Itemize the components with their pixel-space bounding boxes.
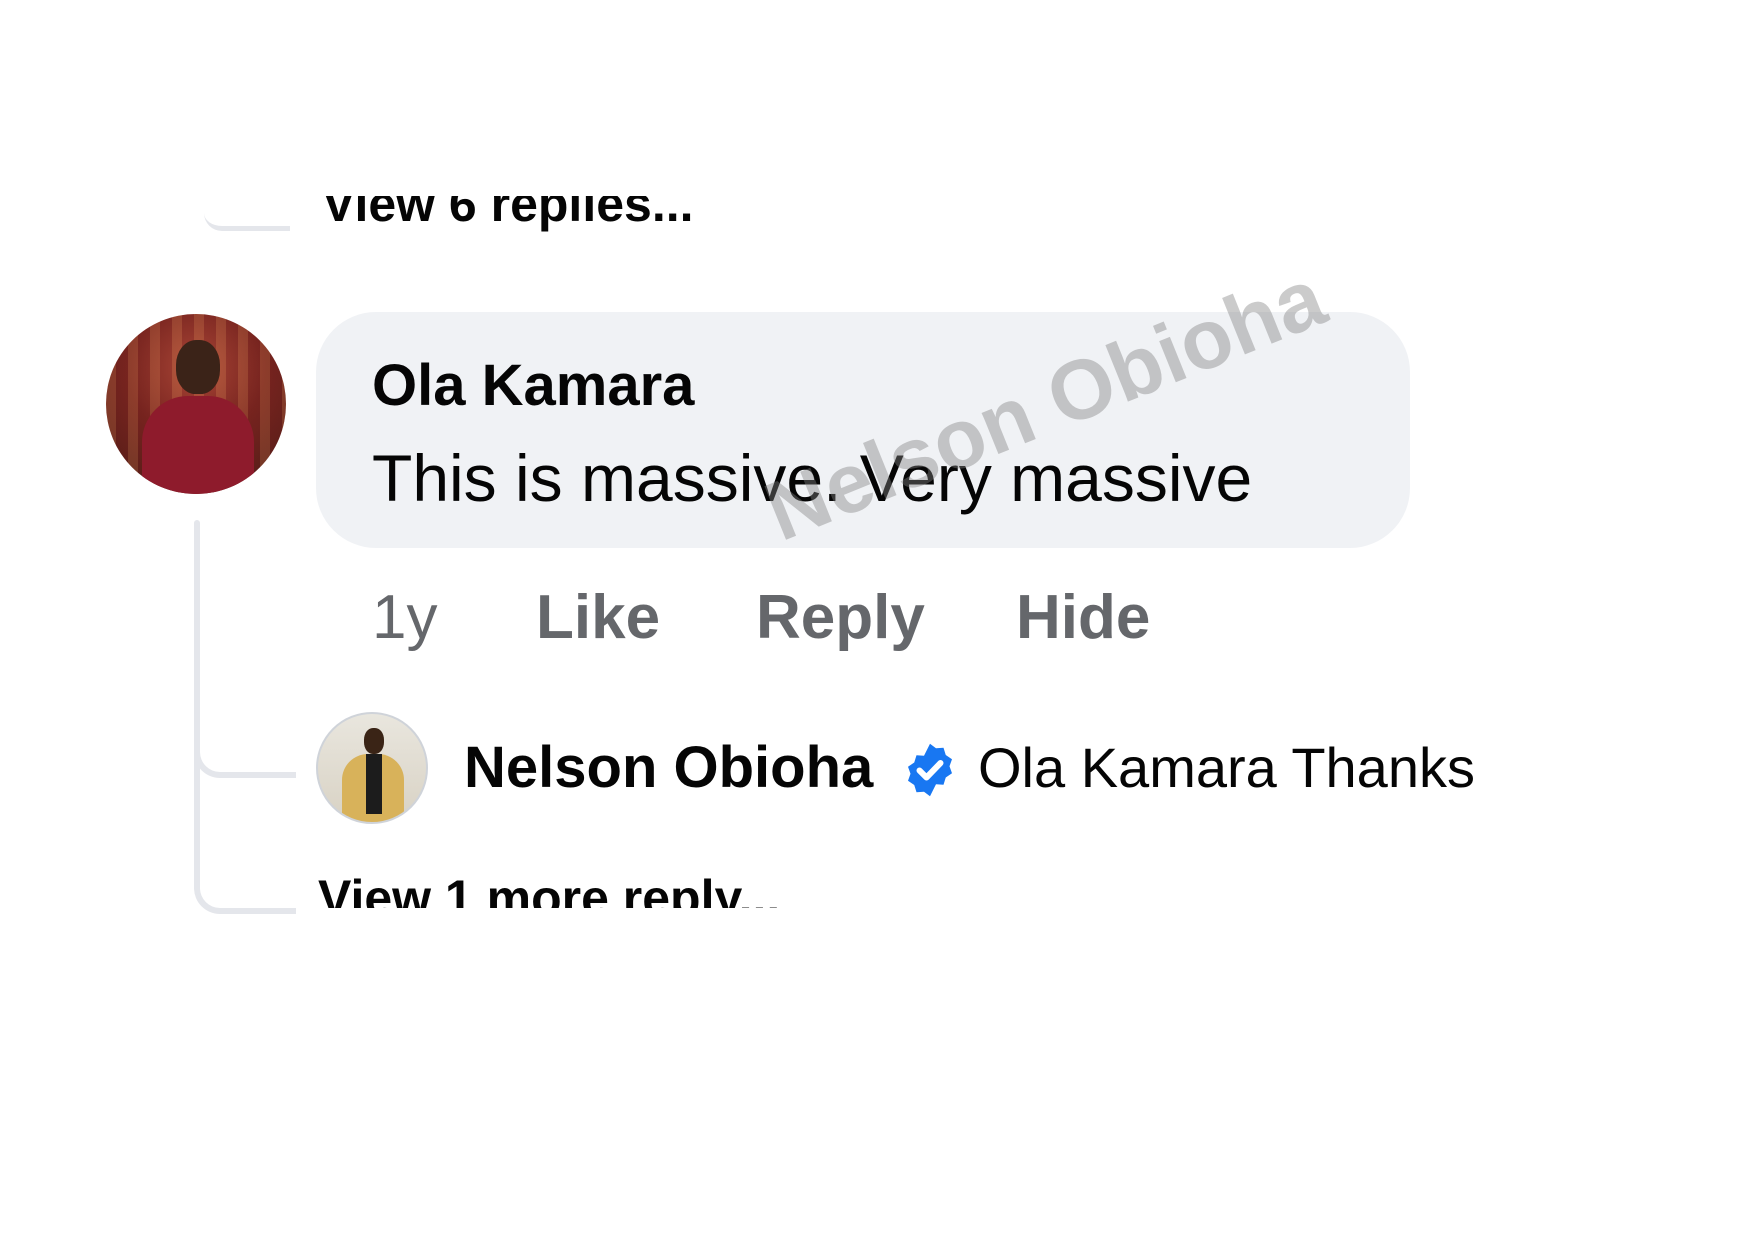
comment-author-name[interactable]: Ola Kamara [372, 352, 694, 420]
thread-connector-top [204, 208, 290, 231]
view-replies-link[interactable]: View 6 replies... [322, 196, 694, 238]
view-more-replies-label[interactable]: View 1 more reply... [318, 868, 780, 908]
thread-connector-vertical [194, 520, 200, 880]
hide-button[interactable]: Hide [1016, 578, 1150, 658]
comment-timestamp[interactable]: 1y [372, 578, 437, 658]
reply-author-name[interactable]: Nelson Obioha [464, 730, 873, 806]
comment-text: This is massive. Very massive [372, 441, 1253, 515]
avatar-figure-head [364, 728, 384, 754]
avatar-figure-shirt [366, 754, 382, 814]
avatar-nelson-obioha[interactable] [316, 712, 428, 824]
view-replies-label[interactable]: View 6 replies... [322, 196, 694, 234]
reply-button[interactable]: Reply [756, 578, 925, 658]
view-more-replies-link[interactable]: View 1 more reply... [318, 868, 780, 908]
avatar-figure-body [142, 396, 254, 494]
thread-connector-more [194, 868, 296, 914]
avatar-ola-kamara[interactable] [106, 314, 286, 494]
avatar-figure-head [176, 340, 220, 394]
reply-text: Ola Kamara Thanks [978, 736, 1475, 799]
verified-badge-icon [908, 743, 952, 797]
thread-connector-reply [194, 726, 296, 778]
like-button[interactable]: Like [536, 578, 660, 658]
